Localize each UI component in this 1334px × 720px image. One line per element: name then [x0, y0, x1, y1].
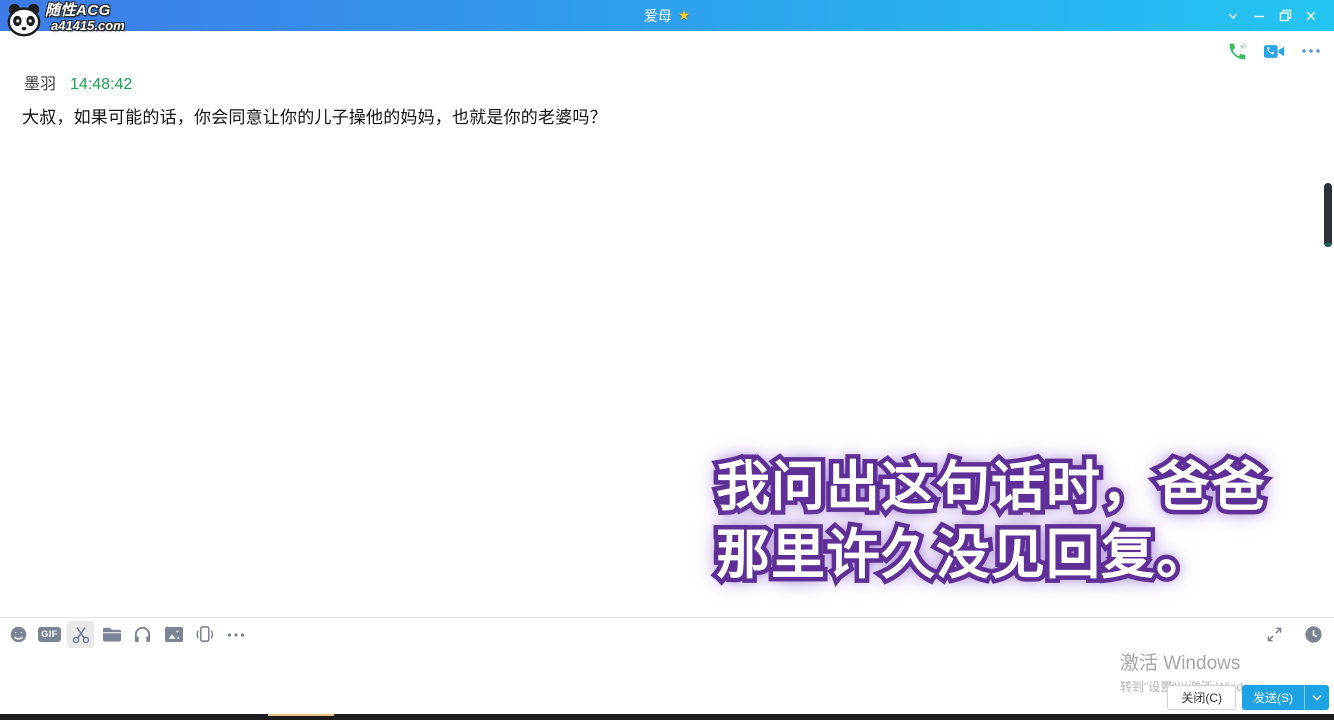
- gif-button[interactable]: GIF: [36, 621, 63, 648]
- collapse-button[interactable]: [1220, 0, 1246, 31]
- folder-icon: [102, 626, 122, 643]
- titlebar: 爱母 ★: [0, 0, 1334, 31]
- subtitle-line-2: 那里许久没见回复。: [716, 520, 1266, 588]
- video-progress-bar[interactable]: [0, 714, 1334, 720]
- site-watermark: 随性ACG a41415.com: [5, 0, 125, 39]
- chat-window: 爱母 ★ 随性: [0, 0, 1334, 720]
- voice-call-button[interactable]: [1226, 40, 1248, 62]
- headphones-icon: [133, 625, 152, 644]
- input-toolbar: GIF: [5, 621, 249, 648]
- close-button[interactable]: [1298, 0, 1324, 31]
- site-watermark-title: 随性ACG: [45, 2, 125, 19]
- music-button[interactable]: [129, 621, 156, 648]
- video-subtitle: 我问出这句话时，爸爸 那里许久没见回复。: [716, 452, 1266, 588]
- star-icon: ★: [678, 7, 691, 24]
- scissors-icon: [71, 625, 91, 645]
- close-chat-button[interactable]: 关闭(C): [1167, 685, 1236, 710]
- close-icon: [1305, 10, 1317, 22]
- message: 墨羽 14:48:42 大叔，如果可能的话，你会同意让你的儿子操他的妈妈，也就是你…: [22, 70, 607, 128]
- subtitle-line-1: 我问出这句话时，爸爸: [716, 452, 1266, 520]
- panda-logo-icon: [5, 1, 43, 39]
- expand-icon: [1266, 626, 1283, 643]
- emoji-button[interactable]: [5, 621, 32, 648]
- chat-history-button[interactable]: [1300, 621, 1327, 648]
- window-title: 爱母: [644, 6, 672, 26]
- more-actions-button[interactable]: [1300, 40, 1322, 62]
- restore-icon: [1279, 9, 1292, 22]
- site-watermark-text: 随性ACG a41415.com: [45, 2, 125, 33]
- send-split-button: 发送(S): [1242, 685, 1329, 710]
- chat-actions: [1226, 40, 1322, 62]
- minimize-button[interactable]: [1246, 0, 1272, 31]
- minimize-icon: [1253, 10, 1265, 22]
- site-watermark-url: a41415.com: [51, 19, 125, 33]
- video-call-button[interactable]: [1263, 40, 1285, 62]
- phone-icon: [1227, 41, 1248, 62]
- gif-icon: GIF: [38, 627, 61, 642]
- expand-input-button[interactable]: [1261, 621, 1288, 648]
- vibrate-phone-icon: [194, 625, 215, 644]
- send-button[interactable]: 发送(S): [1242, 685, 1304, 710]
- shake-button[interactable]: [191, 621, 218, 648]
- scrollbar-thumb[interactable]: [1324, 183, 1332, 247]
- chevron-down-icon: [1227, 10, 1239, 22]
- input-panel: GIF: [0, 617, 1334, 714]
- ellipsis-icon: [227, 632, 245, 638]
- send-options-button[interactable]: [1304, 685, 1329, 710]
- image-button[interactable]: [160, 621, 187, 648]
- restore-button[interactable]: [1272, 0, 1298, 31]
- ellipsis-icon: [1301, 47, 1321, 55]
- more-tools-button[interactable]: [222, 621, 249, 648]
- clock-icon: [1304, 625, 1323, 644]
- footer-buttons: 关闭(C) 发送(S): [1167, 685, 1329, 710]
- picture-icon: [164, 626, 184, 643]
- smiley-icon: [9, 625, 28, 644]
- video-camera-icon: [1263, 42, 1285, 61]
- window-controls: [1220, 0, 1324, 31]
- message-text: 大叔，如果可能的话，你会同意让你的儿子操他的妈妈，也就是你的老婆吗？: [22, 103, 607, 128]
- chevron-down-icon: [1312, 694, 1322, 701]
- sender-name: 墨羽: [24, 76, 56, 93]
- screenshot-button[interactable]: [67, 621, 94, 648]
- message-header: 墨羽 14:48:42: [22, 70, 607, 94]
- input-toolbar-right: [1261, 621, 1327, 648]
- message-input[interactable]: [4, 651, 1330, 696]
- message-time: 14:48:42: [70, 76, 132, 93]
- file-button[interactable]: [98, 621, 125, 648]
- video-progress-played: [268, 714, 334, 716]
